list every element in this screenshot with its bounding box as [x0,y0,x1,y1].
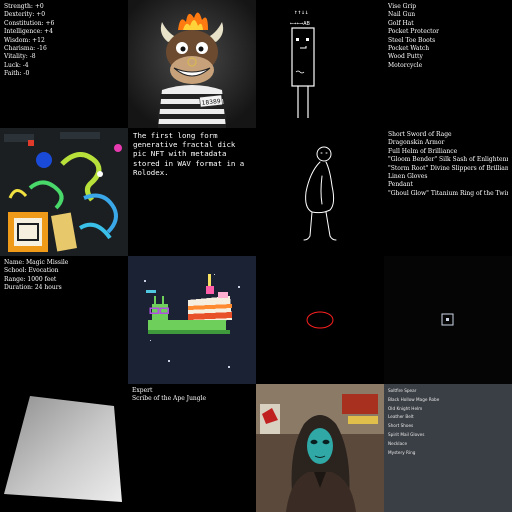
pixel-cake-snail-image [128,256,256,384]
glyph-tile[interactable]: ↑↑↓↓ ←→←→AB [256,0,384,128]
stat-line: Constitution: +6 [4,19,55,27]
loot-line: Motorcycle [388,61,423,69]
spell-line: Range: 1000 feet [4,275,57,283]
gear-line: "Storm Root" Divine Slippers of Brillian… [388,164,508,172]
stat-line: Charisma: -16 [4,45,47,53]
glyph-arrows-code: ←→←→AB [290,21,311,27]
loot-line: Nail Gun [388,11,416,19]
stat-line: Intelligence: +4 [4,28,53,36]
loot-line: Wood Putty [388,53,423,61]
panel-line: Old Knight Helm [388,405,423,411]
gear-line: Short Sword of Rage [388,131,452,138]
gear-line: Full Helm of Brilliance [388,147,458,155]
spell-line: Duration: 24 hours [4,284,62,292]
stick-figure-tile[interactable] [256,128,384,256]
panel-line: Necklace [388,440,408,446]
glyph-arrows-top: ↑↑↓↓ [294,9,308,16]
panel-line: Short Shoes [388,423,414,429]
gear-line: Linen Gloves [388,173,428,181]
loot-line: Steel Toe Boots [388,36,436,44]
loot-line: Pocket Protector [388,28,440,36]
rolodex-description-tile[interactable]: The first long form generative fractal d… [128,128,256,256]
stick-figure-drawing [303,146,337,241]
panel-line: Spirit Mail Gloves [388,431,425,437]
stat-line: Luck: -4 [4,61,29,69]
role-tile[interactable]: Expert Scribe of the Ape Jungle [128,384,256,512]
panel-line: Soltfire Spear [388,388,417,393]
pixel-cake-snail-tile[interactable] [128,256,256,384]
avatar-character-tile[interactable] [256,384,384,512]
spell-line: School: Evocation [4,267,59,275]
gear-line: Pendant [388,181,413,189]
role-line: Expert [132,387,153,394]
grey-plane-tile[interactable] [0,384,128,512]
rolodex-text: The first long form generative fractal d… [133,131,245,177]
glyph-figure: ↑↑↓↓ ←→←→AB [290,9,315,118]
loot-line: Golf Hat [388,19,414,27]
loot-items-tile[interactable]: Vise Grip Nail Gun Golf Hat Pocket Prote… [384,0,512,128]
gear-line: Dragonskin Armor [388,139,445,147]
stats-tile[interactable]: Strength: +0 Dexterity: +0 Constitution:… [0,0,128,128]
tiny-square-tile[interactable] [384,256,512,384]
role-line: Scribe of the Ape Jungle [132,395,207,403]
tiny-square-drawing [384,256,512,384]
avatar-character-image [256,384,384,512]
stat-line: Dexterity: +0 [4,11,46,19]
red-ellipse-tile[interactable] [256,256,384,384]
stat-line: Strength: +0 [4,3,44,10]
panel-line: Black Hollow Mage Robe [388,396,440,402]
stat-line: Vitality: -8 [4,53,36,61]
stat-line: Wisdom: +12 [4,36,45,44]
loot-line: Vise Grip [388,3,417,10]
sticker-collage-tile[interactable] [0,128,128,256]
bull-prisoner-image: 18389 [128,0,256,128]
loot-gear-tile[interactable]: Short Sword of Rage Dragonskin Armor Ful… [384,128,512,256]
gear-line: "Gloom Bender" Silk Sash of Enlightenmen… [388,156,508,164]
spell-line: Name: Magic Missile [4,259,69,266]
bull-prisoner-tile[interactable]: 18389 [128,0,256,128]
panel-line: Mystery Ring [388,449,416,455]
sticker-collage-image [0,128,128,256]
loot-panel-tile[interactable]: Soltfire Spear Black Hollow Mage Robe Ol… [384,384,512,512]
grey-plane-image [0,384,128,512]
stat-line: Faith: -0 [4,70,30,78]
nft-gallery-grid: Strength: +0 Dexterity: +0 Constitution:… [0,0,512,512]
spell-tile[interactable]: Name: Magic Missile School: Evocation Ra… [0,256,128,384]
loot-line: Pocket Watch [388,45,430,53]
red-ellipse-drawing [306,311,334,329]
gear-line: "Ghoul Glow" Titanium Ring of the Twins [388,189,508,197]
panel-line: Leather Belt [388,414,414,420]
